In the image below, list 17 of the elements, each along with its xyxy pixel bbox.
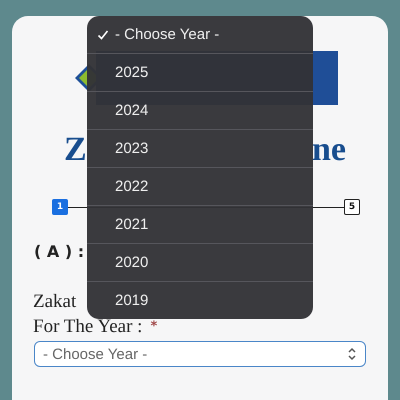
menu-option[interactable]: 2024: [87, 91, 313, 129]
section-title: ( A ) :: [34, 242, 84, 261]
menu-option[interactable]: 2022: [87, 167, 313, 205]
menu-option[interactable]: 2021: [87, 205, 313, 243]
year-select[interactable]: - Choose Year -: [34, 341, 366, 367]
chevron-up-down-icon: [347, 347, 357, 361]
menu-option[interactable]: 2025: [87, 53, 313, 91]
step-marker[interactable]: 5: [344, 199, 360, 215]
page-heading: Z: [64, 131, 87, 169]
menu-option[interactable]: - Choose Year -: [87, 16, 313, 53]
menu-option[interactable]: 2020: [87, 243, 313, 281]
field-label: Zakat: [33, 290, 76, 314]
required-mark: *: [150, 318, 158, 336]
step-marker[interactable]: 1: [52, 199, 68, 215]
menu-option[interactable]: 2023: [87, 129, 313, 167]
menu-option[interactable]: 2019: [87, 281, 313, 319]
checkmark-icon: [97, 28, 109, 40]
